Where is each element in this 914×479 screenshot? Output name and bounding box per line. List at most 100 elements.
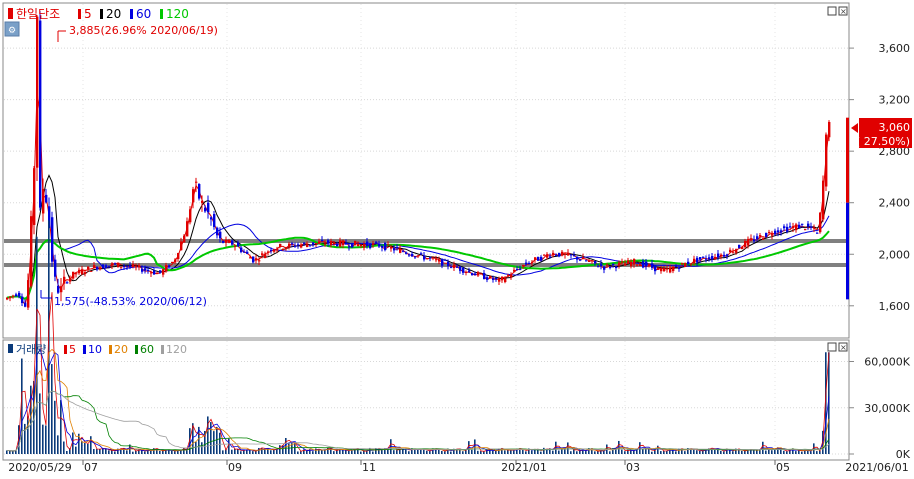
candle-body xyxy=(162,269,165,275)
candle-body xyxy=(207,202,210,213)
volume-bar xyxy=(45,425,47,454)
candle-body xyxy=(510,274,513,278)
candle-body xyxy=(477,272,480,276)
candle-body xyxy=(138,265,141,268)
candle-body xyxy=(201,200,204,203)
candle-body xyxy=(369,243,372,249)
current-price-arrow-icon xyxy=(851,123,858,133)
volume-tick-label: 30,000K xyxy=(864,402,910,415)
candle-body xyxy=(33,168,36,225)
candle-body xyxy=(270,250,273,252)
price-y-axis: 1,6002,0002,4002,8003,2003,600 xyxy=(849,42,910,313)
candle-body xyxy=(183,235,186,243)
legend-ma-label: 5 xyxy=(84,7,92,21)
legend-ma20-swatch-icon xyxy=(100,9,103,19)
candle-body xyxy=(411,253,414,257)
candle-body xyxy=(585,260,588,262)
volume-bar xyxy=(297,451,299,454)
candle-body xyxy=(615,266,618,269)
candle-body xyxy=(720,254,723,257)
candle-body xyxy=(702,256,705,258)
svg-text:×: × xyxy=(840,7,847,16)
volume-bar xyxy=(531,450,533,454)
volume-bar xyxy=(594,451,596,454)
volume-legend-ma-label: 60 xyxy=(140,343,154,356)
volume-bar xyxy=(75,446,77,454)
candle-body xyxy=(273,249,276,252)
volume-legend-swatch-icon xyxy=(8,344,13,353)
volume-bar xyxy=(306,451,308,454)
candle-body xyxy=(417,255,420,257)
candle-body xyxy=(90,270,93,272)
volume-bar xyxy=(630,450,632,454)
candle-body xyxy=(432,257,435,259)
candle-body xyxy=(12,295,15,297)
candle-body xyxy=(330,241,333,246)
volume-legend-ma-label: 120 xyxy=(166,343,187,356)
volume-bar xyxy=(729,450,731,454)
volume-bar xyxy=(207,416,209,454)
volume-bar xyxy=(543,447,545,454)
candle-body xyxy=(660,268,663,272)
settings-glyph-icon: ⚙ xyxy=(8,26,16,36)
volume-bar xyxy=(684,451,686,454)
candle-body xyxy=(711,256,714,260)
candle-body xyxy=(216,227,219,236)
volume-bar xyxy=(60,400,62,454)
candle-body xyxy=(594,260,597,264)
volume-legend-ma-label: 10 xyxy=(88,343,102,356)
candle-body xyxy=(366,241,369,247)
candle-body xyxy=(141,268,144,272)
volume-bar xyxy=(567,442,569,454)
candle-body xyxy=(789,226,792,228)
volume-bar xyxy=(522,449,524,454)
candle-body xyxy=(129,265,132,267)
panel-maximize-icon[interactable] xyxy=(827,6,837,16)
volume-bar xyxy=(585,451,587,454)
candle-body xyxy=(552,252,555,256)
candle-body xyxy=(393,247,396,251)
candle-body xyxy=(822,180,825,220)
candle-body xyxy=(348,246,351,248)
candle-body xyxy=(123,265,126,267)
candle-body xyxy=(291,243,294,245)
volume-bar xyxy=(141,450,143,454)
legend-ma-label: 60 xyxy=(136,7,151,21)
volume-bar xyxy=(807,450,809,454)
candle-body xyxy=(84,272,87,274)
volume-legend-ma5-swatch-icon xyxy=(64,345,67,354)
volume-bar xyxy=(159,450,161,454)
candle-body xyxy=(345,242,348,245)
candle-body xyxy=(282,248,285,250)
volume-bar xyxy=(513,450,515,454)
stock-chart-window: 한일단조 5 20 60 120 ⚙ 3,885(26.96% 2020/06/19)… xyxy=(0,0,914,475)
candle-body xyxy=(558,252,561,257)
volume-bar xyxy=(420,449,422,454)
candle-body xyxy=(165,265,168,272)
volume-bar xyxy=(96,449,98,454)
candle-body xyxy=(213,214,216,227)
volume-bar xyxy=(87,443,89,454)
volume-bar xyxy=(12,451,14,454)
candle-body xyxy=(171,261,174,263)
candle-body xyxy=(642,261,645,268)
candle-body xyxy=(66,282,69,284)
candle-body xyxy=(423,255,426,260)
candle-body xyxy=(606,264,609,266)
candle-body xyxy=(783,226,786,229)
x-tick-label: 07 xyxy=(84,461,98,474)
price-tick-label: 1,600 xyxy=(879,300,911,313)
candle-body xyxy=(534,257,537,260)
volume-y-axis: 0K 30,000K 60,000K xyxy=(849,356,911,461)
volume-legend-name: 거래량 xyxy=(16,343,46,356)
volume-panel-maximize-icon[interactable] xyxy=(827,342,837,352)
candle-body xyxy=(57,285,60,293)
candle-body xyxy=(564,253,567,255)
volume-bar xyxy=(210,422,212,454)
candle-body xyxy=(522,265,525,267)
volume-bar xyxy=(540,451,542,454)
candle-body xyxy=(351,242,354,248)
candle-body xyxy=(111,263,114,266)
volume-bar xyxy=(525,451,527,454)
candle-body xyxy=(225,239,228,243)
